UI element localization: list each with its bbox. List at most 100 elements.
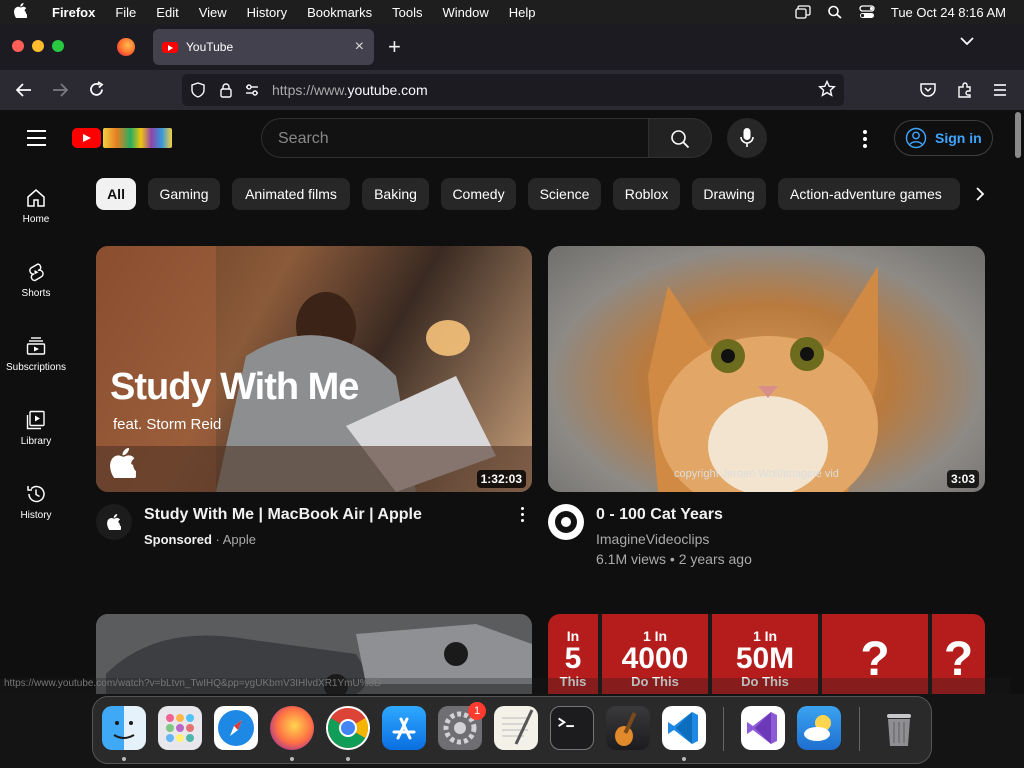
lock-icon[interactable] [218, 82, 234, 98]
chip-roblox[interactable]: Roblox [613, 178, 680, 210]
chip-comedy[interactable]: Comedy [441, 178, 516, 210]
garageband-icon[interactable] [606, 706, 650, 750]
extensions-icon[interactable] [956, 81, 974, 99]
guide-menu-icon[interactable] [27, 130, 46, 151]
chip-action-adventure-games[interactable]: Action-adventure games [778, 178, 960, 210]
voice-search-button[interactable] [727, 118, 767, 158]
forward-arrow-icon[interactable] [52, 82, 68, 98]
sidebar-item-history[interactable]: History [0, 484, 72, 521]
chip-drawing[interactable]: Drawing [692, 178, 766, 210]
firefox-icon[interactable] [270, 706, 314, 750]
url-text[interactable]: https://www.youtube.com [272, 82, 428, 98]
visual-studio-icon[interactable] [741, 706, 785, 750]
page-scrollbar[interactable] [1012, 110, 1024, 694]
youtube-masthead: Sign in [0, 110, 1012, 166]
sign-in-button[interactable]: Sign in [894, 120, 993, 156]
textedit-icon[interactable] [494, 706, 538, 750]
subscriptions-icon [26, 337, 46, 355]
sidebar-item-home[interactable]: Home [0, 188, 72, 225]
channel-name[interactable]: Apple [223, 532, 256, 547]
video-title-study-with-me[interactable]: Study With Me | MacBook Air | Apple [144, 506, 422, 524]
menu-bookmarks[interactable]: Bookmarks [307, 5, 372, 20]
menu-history[interactable]: History [247, 5, 287, 20]
search-input[interactable] [278, 128, 618, 150]
back-arrow-icon[interactable] [16, 82, 32, 98]
terminal-icon[interactable] [550, 706, 594, 750]
tracking-protection-shield-icon[interactable] [190, 82, 206, 98]
safari-icon[interactable] [214, 706, 258, 750]
menu-help[interactable]: Help [509, 5, 536, 20]
channel-name[interactable]: ImagineVideoclips [596, 531, 709, 547]
control-center-icon[interactable] [859, 5, 875, 19]
channel-avatar-imaginevideoclips[interactable] [548, 504, 584, 540]
system-settings-icon[interactable]: 1 [438, 702, 486, 750]
reload-icon[interactable] [88, 81, 105, 98]
menubar-clock[interactable]: Tue Oct 24 8:16 AM [891, 5, 1006, 20]
tab-close-icon[interactable]: × [355, 38, 364, 56]
chips-next-arrow-icon[interactable] [960, 178, 1000, 210]
video-thumbnail-cat-years[interactable]: copyright Jeroen Wolf/imagine vid 3:03 [548, 246, 985, 492]
home-icon [27, 189, 45, 207]
chip-gaming[interactable]: Gaming [148, 178, 220, 210]
firefox-view-icon[interactable] [117, 38, 135, 56]
video-duration-badge: 1:32:03 [476, 470, 526, 488]
menu-tools[interactable]: Tools [392, 5, 422, 20]
permissions-icon[interactable] [244, 82, 260, 98]
chip-all[interactable]: All [96, 178, 136, 210]
account-circle-icon [905, 127, 927, 149]
microphone-icon [740, 128, 754, 147]
window-controls [12, 40, 64, 52]
minimize-window-button[interactable] [32, 40, 44, 52]
vscode-icon[interactable] [662, 706, 706, 750]
scrollbar-thumb[interactable] [1015, 112, 1021, 158]
menu-view[interactable]: View [199, 5, 227, 20]
panel-big-text: 4000 [621, 642, 689, 675]
chip-science[interactable]: Science [528, 178, 601, 210]
chip-animated-films[interactable]: Animated films [232, 178, 350, 210]
video-stats: 6.1M views • 2 years ago [596, 551, 752, 567]
spotlight-search-icon[interactable] [827, 5, 843, 19]
thumbnail-watermark: copyright Jeroen Wolf/imagine vid [674, 468, 839, 480]
video-more-options-icon[interactable] [521, 507, 525, 525]
menu-window[interactable]: Window [443, 5, 489, 20]
weather-icon[interactable] [797, 706, 841, 750]
menu-edit[interactable]: Edit [156, 5, 178, 20]
url-prefix: https://www. [272, 82, 348, 98]
zoom-window-button[interactable] [52, 40, 64, 52]
chip-baking[interactable]: Baking [362, 178, 429, 210]
launchpad-icon[interactable] [158, 706, 202, 750]
youtube-favicon-icon [162, 41, 178, 53]
apple-menu-icon[interactable] [14, 2, 36, 22]
search-button[interactable] [648, 118, 712, 158]
bookmark-star-icon[interactable] [818, 80, 836, 98]
app-menu-hamburger-icon[interactable] [993, 83, 1007, 97]
menu-app-name[interactable]: Firefox [52, 5, 95, 20]
video-title-cat-years[interactable]: 0 - 100 Cat Years [596, 506, 723, 524]
settings-more-icon[interactable] [863, 130, 867, 151]
pocket-icon[interactable] [919, 81, 937, 99]
running-indicator [290, 757, 294, 761]
sidebar-item-label: Library [20, 436, 52, 447]
sidebar-item-library[interactable]: Library [0, 410, 72, 447]
chrome-icon[interactable] [326, 706, 370, 750]
screen-mirroring-icon[interactable] [795, 5, 811, 19]
url-bar[interactable]: https://www.youtube.com [182, 74, 844, 106]
trash-icon[interactable] [877, 706, 921, 750]
apple-logo-icon [107, 514, 121, 530]
list-all-tabs-icon[interactable] [960, 36, 974, 46]
tab-youtube[interactable]: YouTube × [153, 29, 374, 65]
sidebar-item-subscriptions[interactable]: Subscriptions [0, 336, 72, 373]
link-status-url: https://www.youtube.com/watch?v=bLtvn_Tw… [0, 678, 1010, 694]
youtube-doodle[interactable] [103, 128, 172, 148]
close-window-button[interactable] [12, 40, 24, 52]
video-thumbnail-study-with-me[interactable]: Study With Me feat. Storm Reid 1:32:03 [96, 246, 532, 492]
youtube-logo-icon[interactable] [72, 128, 101, 148]
channel-avatar-apple[interactable] [96, 504, 132, 540]
finder-icon[interactable] [102, 706, 146, 750]
menu-file[interactable]: File [115, 5, 136, 20]
new-tab-button[interactable]: + [388, 34, 401, 60]
app-store-icon[interactable] [382, 706, 426, 750]
thumbnail-subtitle-text: feat. Storm Reid [113, 416, 222, 433]
running-indicator [682, 757, 686, 761]
sidebar-item-shorts[interactable]: Shorts [0, 262, 72, 299]
